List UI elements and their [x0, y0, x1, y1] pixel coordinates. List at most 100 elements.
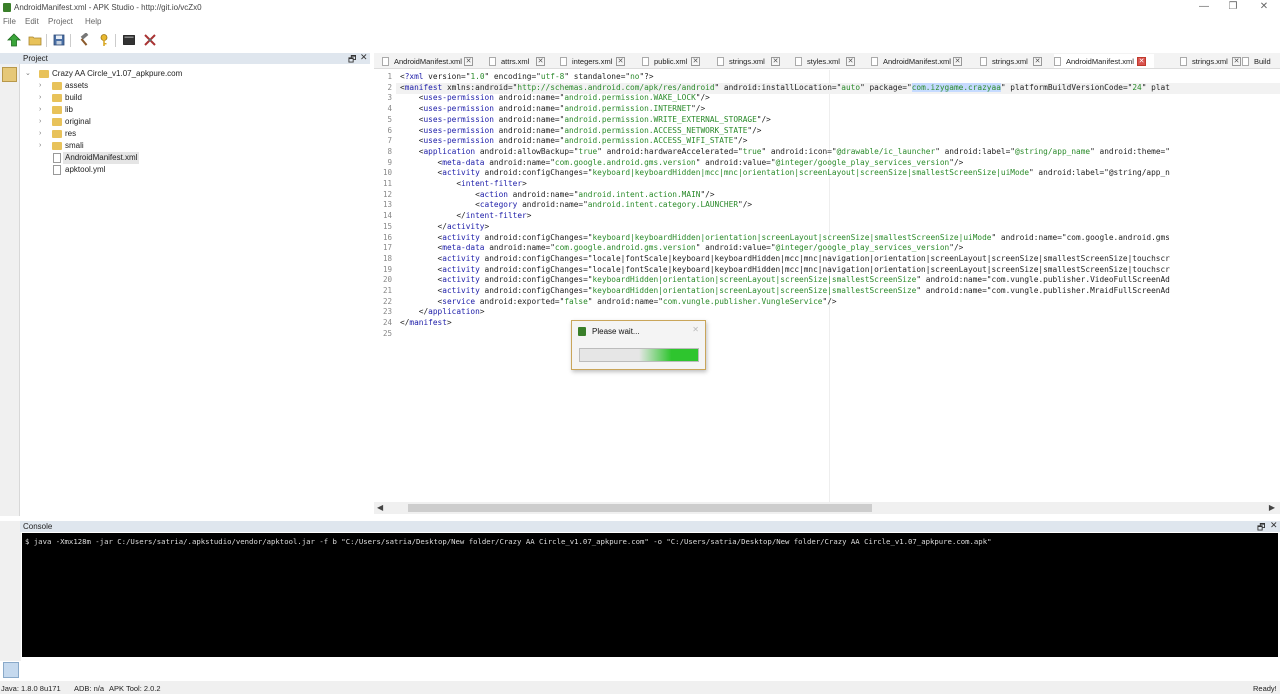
tab-strings-2[interactable]: strings.xml ✕ [980, 54, 1044, 68]
minimize-button[interactable]: — [1194, 1, 1214, 13]
progress-bar-fill [639, 349, 698, 361]
line-number: 10 [382, 168, 392, 178]
save-icon[interactable] [52, 33, 66, 47]
tab-androidmanifest-1[interactable]: AndroidManifest.xml ✕ [382, 54, 476, 68]
tab-label: strings.xml [1192, 57, 1228, 66]
chevron-down-icon[interactable]: ⌄ [25, 68, 33, 80]
tree-file-apktool[interactable]: apktool.yml [22, 164, 342, 176]
code-line[interactable]: <activity android:configChanges="locale|… [400, 265, 1170, 276]
tab-close-icon[interactable]: ✕ [536, 57, 545, 66]
tab-androidmanifest-active[interactable]: AndroidManifest.xml ✕ [1054, 54, 1154, 68]
scroll-left-icon[interactable]: ◀ [377, 503, 383, 512]
tab-label: attrs.xml [501, 57, 530, 66]
tab-close-icon[interactable]: ✕ [1137, 57, 1146, 66]
status-adb: ADB: n/a [74, 684, 105, 693]
build-file-icon [1242, 57, 1249, 66]
tree-item-label: assets [65, 81, 89, 90]
code-line[interactable]: <uses-permission android:name="android.p… [400, 93, 710, 104]
tree-folder-lib[interactable]: › lib [22, 104, 342, 116]
chevron-right-icon[interactable]: › [39, 116, 47, 128]
code-line[interactable]: <activity android:configChanges="keyboar… [400, 275, 1170, 286]
code-line[interactable]: <category android:name="android.intent.c… [400, 200, 752, 211]
tools-icon[interactable] [143, 33, 157, 47]
tab-strings-1[interactable]: strings.xml ✕ [717, 54, 781, 68]
toolbar [0, 30, 1280, 51]
code-line[interactable]: <service android:exported="false" androi… [400, 297, 837, 308]
tree-root[interactable]: ⌄ Crazy AA Circle_v1.07_apkpure.com [22, 68, 342, 80]
code-line[interactable]: <action android:name="android.intent.act… [400, 190, 714, 201]
chevron-right-icon[interactable]: › [39, 104, 47, 116]
build-apk-icon[interactable] [7, 33, 21, 47]
dialog-close-button[interactable]: ✕ [692, 325, 699, 334]
tree-folder-build[interactable]: › build [22, 92, 342, 104]
code-line[interactable]: <uses-permission android:name="android.p… [400, 115, 771, 126]
scroll-right-icon[interactable]: ▶ [1269, 503, 1275, 512]
tab-close-icon[interactable]: ✕ [771, 57, 780, 66]
close-panel-button[interactable]: ✕ [360, 52, 368, 63]
tree-folder-res[interactable]: › res [22, 128, 342, 140]
folder-icon [52, 94, 62, 102]
menu-file[interactable]: File [3, 17, 16, 26]
tree-item-label: AndroidManifest.xml [63, 152, 140, 164]
console-tab-icon[interactable] [3, 662, 19, 678]
code-line[interactable]: <application android:allowBackup="true" … [400, 147, 1170, 158]
menu-help[interactable]: Help [85, 17, 101, 26]
close-console-button[interactable]: ✕ [1270, 520, 1278, 531]
line-number: 13 [382, 200, 392, 210]
chevron-right-icon[interactable]: › [39, 128, 47, 140]
tab-attrs[interactable]: attrs.xml ✕ [489, 54, 547, 68]
tab-close-icon[interactable]: ✕ [1232, 57, 1241, 66]
tab-build[interactable]: Build [1242, 54, 1280, 68]
tab-public[interactable]: public.xml ✕ [642, 54, 702, 68]
code-line[interactable]: </application> [400, 307, 485, 318]
code-line[interactable]: <uses-permission android:name="android.p… [400, 126, 762, 137]
hammer-icon[interactable] [77, 32, 91, 47]
chevron-right-icon[interactable]: › [39, 140, 47, 152]
close-window-button[interactable]: ✕ [1254, 1, 1274, 13]
tree-folder-assets[interactable]: › assets [22, 80, 342, 92]
scrollbar-thumb[interactable] [408, 504, 872, 512]
code-line[interactable]: <intent-filter> [400, 179, 526, 190]
tab-close-icon[interactable]: ✕ [691, 57, 700, 66]
tab-styles[interactable]: styles.xml ✕ [795, 54, 857, 68]
chevron-right-icon[interactable]: › [39, 92, 47, 104]
float-panel-button[interactable]: 🗗 [348, 52, 356, 68]
code-line[interactable]: </activity> [400, 222, 490, 233]
code-line[interactable]: <manifest xmlns:android="http://schemas.… [400, 82, 1170, 94]
code-line[interactable]: <activity android:configChanges="keyboar… [400, 233, 1170, 244]
key-icon[interactable] [97, 33, 111, 47]
menu-edit[interactable]: Edit [25, 17, 39, 26]
code-editor[interactable]: 1 2 3 4 5 6 7 8 9 10 11 12 13 14 15 16 17 18 19 20 21 22 23 24 2… [374, 70, 1280, 502]
tab-close-icon[interactable]: ✕ [1033, 57, 1042, 66]
tree-folder-original[interactable]: › original [22, 116, 342, 128]
editor-horizontal-scrollbar[interactable]: ◀ ▶ [374, 502, 1280, 514]
xml-file-icon [1180, 57, 1187, 66]
tab-close-icon[interactable]: ✕ [846, 57, 855, 66]
tab-close-icon[interactable]: ✕ [464, 57, 473, 66]
code-line[interactable]: </manifest> [400, 318, 452, 329]
xml-file-icon [489, 57, 496, 66]
tab-integers[interactable]: integers.xml ✕ [560, 54, 626, 68]
code-line[interactable]: <uses-permission android:name="android.p… [400, 104, 705, 115]
project-tab-icon[interactable] [2, 67, 17, 82]
code-line[interactable]: <meta-data android:name="com.google.andr… [400, 158, 964, 169]
code-line[interactable]: <activity android:configChanges="keyboar… [400, 168, 1170, 179]
open-folder-icon[interactable] [28, 33, 42, 47]
tree-folder-smali[interactable]: › smali [22, 140, 342, 152]
code-line[interactable]: </intent-filter> [400, 211, 531, 222]
tab-close-icon[interactable]: ✕ [953, 57, 962, 66]
chevron-right-icon[interactable]: › [39, 80, 47, 92]
terminal-icon[interactable] [122, 33, 136, 47]
maximize-button[interactable]: ❐ [1223, 1, 1243, 13]
console-output[interactable]: $ java -Xmx128m -jar C:/Users/satria/.ap… [22, 533, 1278, 657]
tab-close-icon[interactable]: ✕ [616, 57, 625, 66]
tab-androidmanifest-2[interactable]: AndroidManifest.xml ✕ [871, 54, 967, 68]
code-line[interactable]: <activity android:configChanges="locale|… [400, 254, 1170, 265]
code-line[interactable]: <meta-data android:name="com.google.andr… [400, 243, 964, 254]
tree-file-androidmanifest[interactable]: AndroidManifest.xml [22, 152, 342, 164]
tab-strings-3[interactable]: strings.xml ✕ [1180, 54, 1244, 68]
code-line[interactable]: <activity android:configChanges="keyboar… [400, 286, 1170, 297]
menu-project[interactable]: Project [48, 17, 73, 26]
code-line[interactable]: <uses-permission android:name="android.p… [400, 136, 748, 147]
code-line[interactable]: <?xml version="1.0" encoding="utf-8" sta… [400, 72, 654, 83]
